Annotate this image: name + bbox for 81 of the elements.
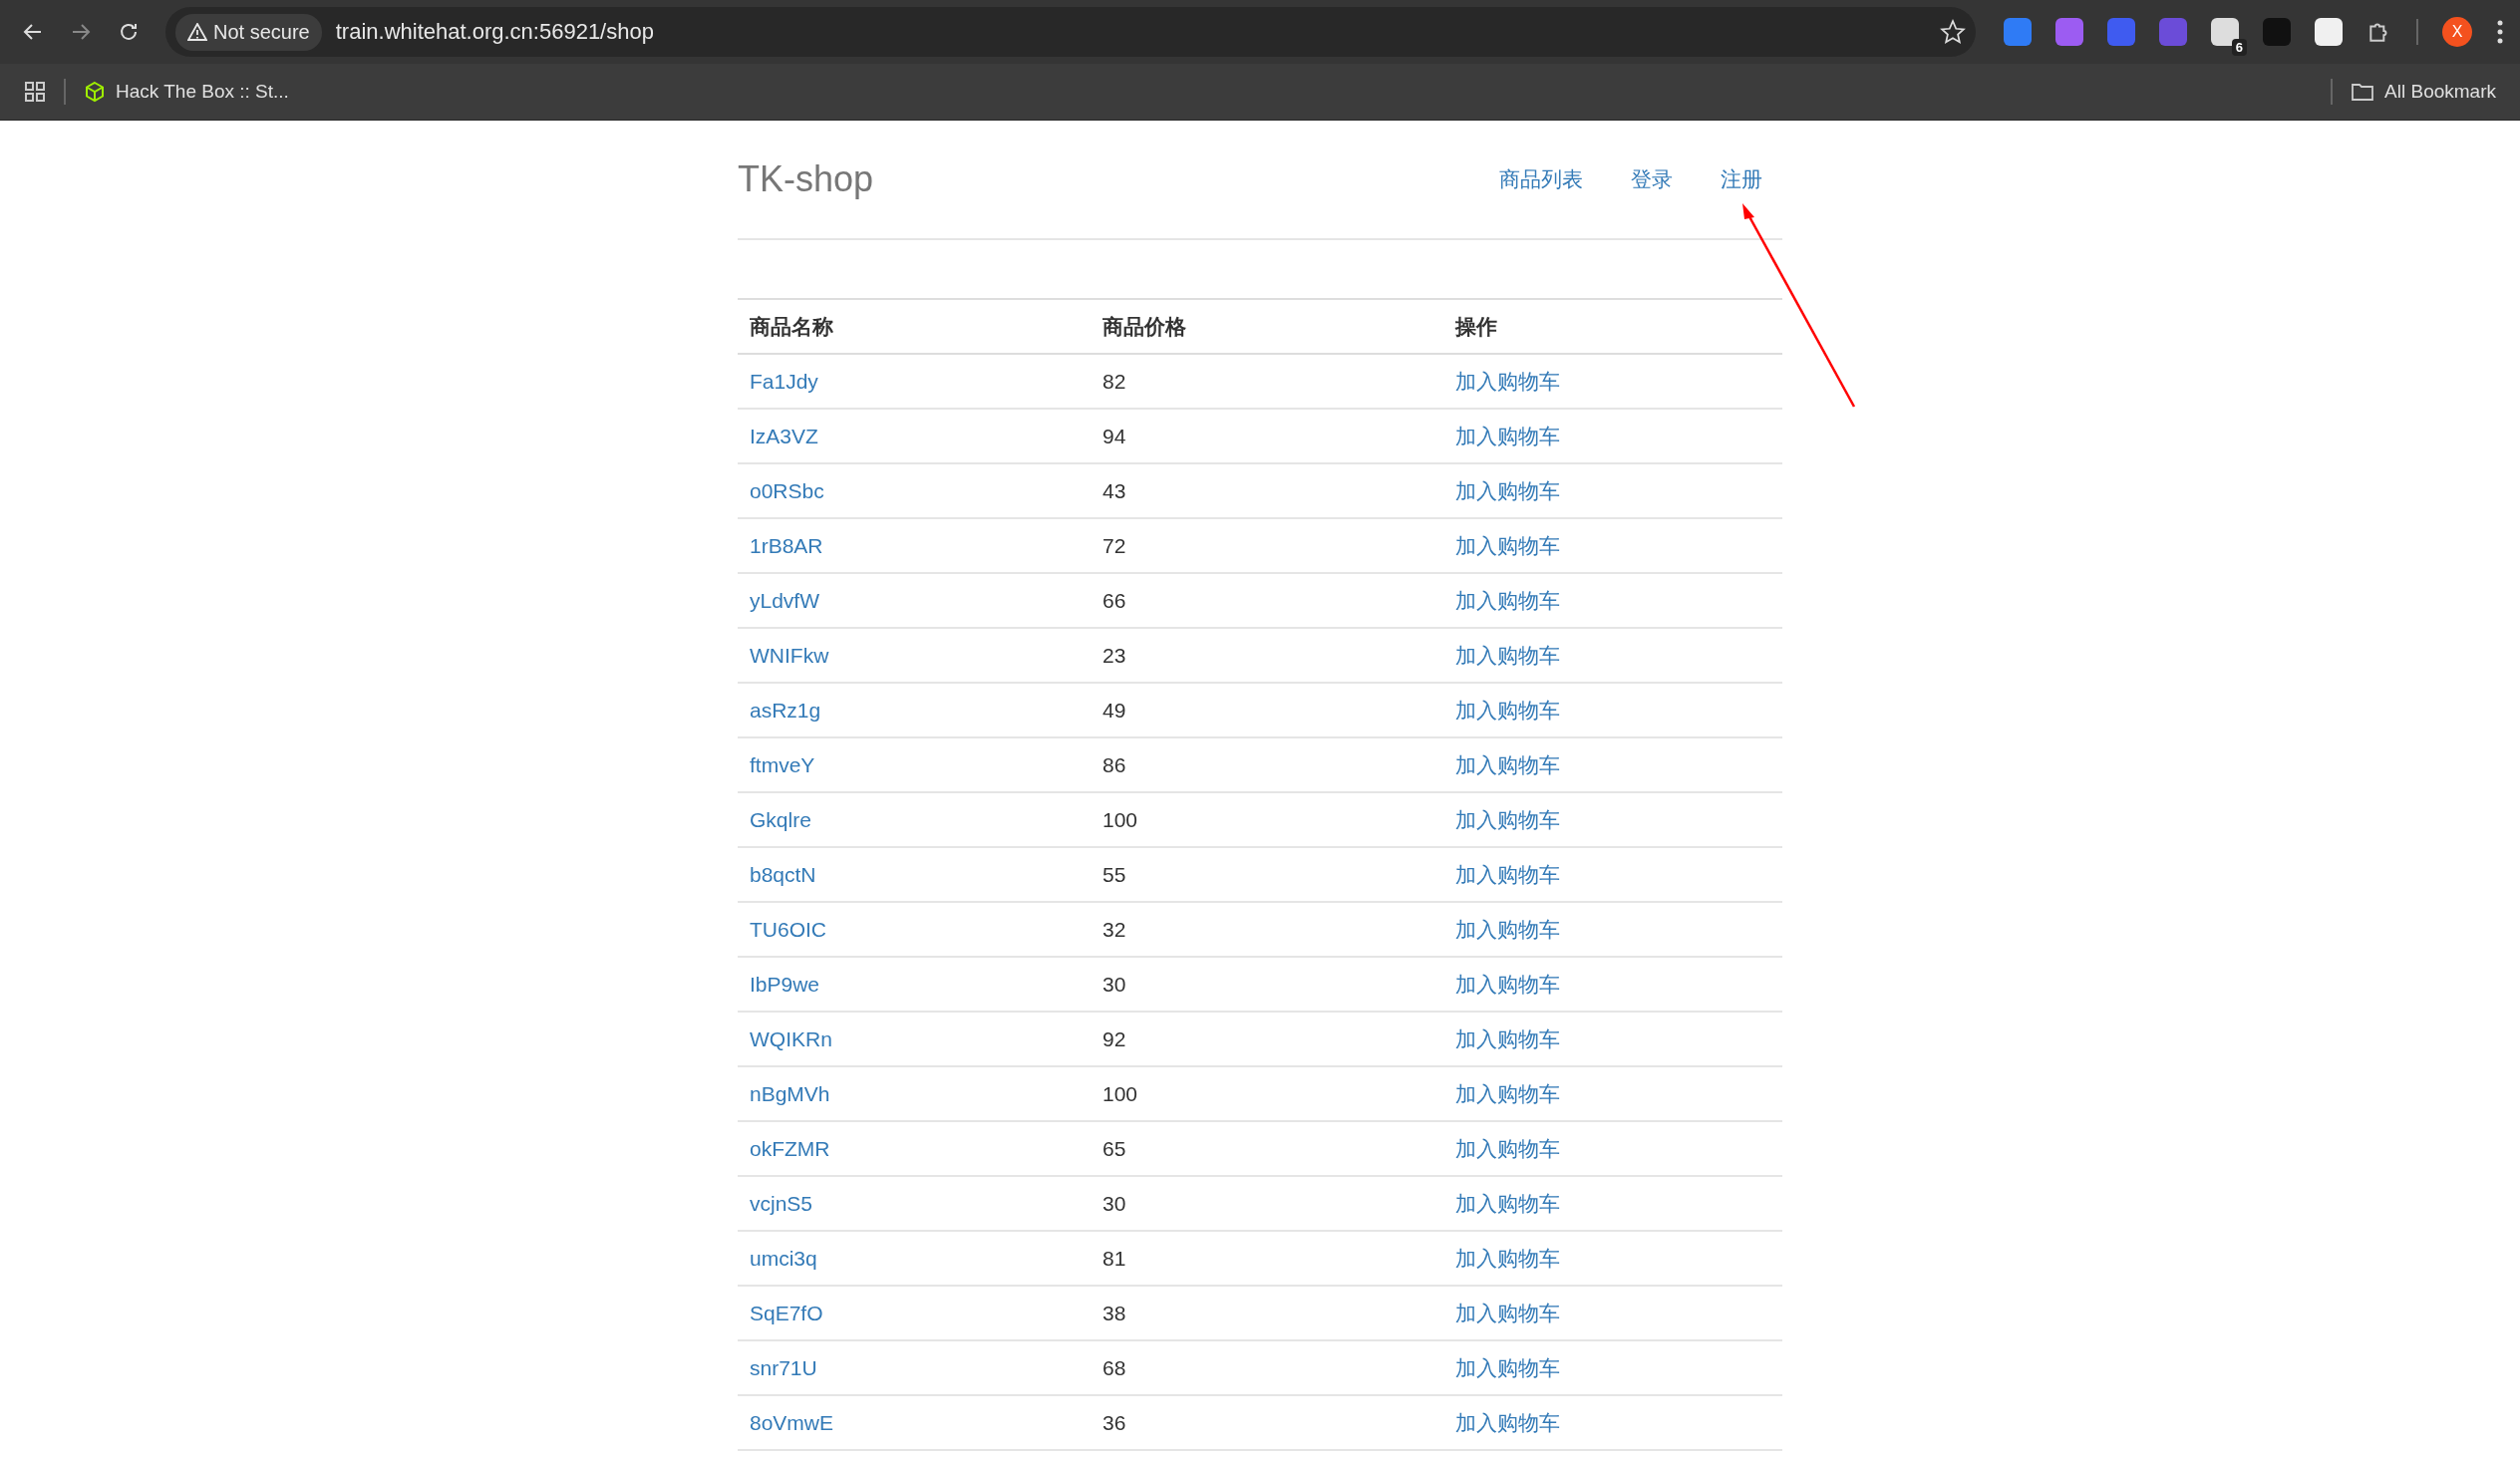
product-link[interactable]: WNIFkw	[750, 643, 829, 667]
price-cell: 49	[1091, 683, 1443, 737]
profile-avatar[interactable]: X	[2442, 17, 2472, 47]
star-icon[interactable]	[1940, 19, 1966, 45]
extension-icon[interactable]	[2315, 18, 2343, 46]
extension-badge: 6	[2231, 39, 2247, 56]
add-to-cart-link[interactable]: 加入购物车	[1455, 1355, 1560, 1379]
product-link[interactable]: 8oVmwE	[750, 1410, 834, 1434]
price-cell: 43	[1091, 463, 1443, 518]
add-to-cart-link[interactable]: 加入购物车	[1455, 862, 1560, 886]
price-cell: 82	[1091, 354, 1443, 409]
add-to-cart-link[interactable]: 加入购物车	[1455, 698, 1560, 722]
product-link[interactable]: asRz1g	[750, 698, 821, 722]
add-to-cart-link[interactable]: 加入购物车	[1455, 1246, 1560, 1270]
product-link[interactable]: ftmveY	[750, 752, 815, 776]
product-link[interactable]: snr71U	[750, 1355, 817, 1379]
price-cell: 30	[1091, 957, 1443, 1012]
add-to-cart-link[interactable]: 加入购物车	[1455, 1136, 1560, 1160]
nav-link[interactable]: 注册	[1721, 165, 1762, 193]
bookmark-item[interactable]: Hack The Box :: St...	[84, 81, 289, 103]
price-cell: 23	[1091, 628, 1443, 683]
column-header: 商品价格	[1091, 299, 1443, 354]
price-cell: 100	[1091, 792, 1443, 847]
price-cell: 65	[1091, 1121, 1443, 1176]
nav-link[interactable]: 登录	[1631, 165, 1673, 193]
price-cell: 38	[1091, 1286, 1443, 1340]
add-to-cart-link[interactable]: 加入购物车	[1455, 807, 1560, 831]
product-link[interactable]: IbP9we	[750, 972, 820, 996]
price-cell: 86	[1091, 737, 1443, 792]
add-to-cart-link[interactable]: 加入购物车	[1455, 643, 1560, 667]
product-link[interactable]: yLdvfW	[750, 588, 819, 612]
address-bar[interactable]: Not secure train.whitehat.org.cn:56921/shop	[165, 7, 1976, 57]
price-cell: 94	[1091, 409, 1443, 463]
column-header: 操作	[1443, 299, 1782, 354]
product-link[interactable]: b8qctN	[750, 862, 816, 886]
product-link[interactable]: o0RSbc	[750, 478, 824, 502]
price-cell: 66	[1091, 573, 1443, 628]
add-to-cart-link[interactable]: 加入购物车	[1455, 1410, 1560, 1434]
add-to-cart-link[interactable]: 加入购物车	[1455, 424, 1560, 447]
add-to-cart-link[interactable]: 加入购物车	[1455, 917, 1560, 941]
product-link[interactable]: WQIKRn	[750, 1026, 832, 1050]
product-link[interactable]: Gkqlre	[750, 807, 811, 831]
product-link[interactable]: 1rB8AR	[750, 533, 823, 557]
price-cell: 81	[1091, 1231, 1443, 1286]
add-to-cart-link[interactable]: 加入购物车	[1455, 478, 1560, 502]
menu-icon[interactable]	[2496, 19, 2504, 45]
url-text: train.whitehat.org.cn:56921/shop	[335, 19, 655, 45]
add-to-cart-link[interactable]: 加入购物车	[1455, 1081, 1560, 1105]
product-link[interactable]: nBgMVh	[750, 1081, 830, 1105]
apps-grid-icon[interactable]	[24, 81, 46, 103]
price-cell: 55	[1091, 847, 1443, 902]
add-to-cart-link[interactable]: 加入购物车	[1455, 588, 1560, 612]
security-chip[interactable]: Not secure	[175, 13, 322, 51]
add-to-cart-link[interactable]: 加入购物车	[1455, 1301, 1560, 1324]
product-link[interactable]: Fa1Jdy	[750, 369, 818, 393]
column-header: 商品名称	[738, 299, 1091, 354]
product-link[interactable]: TU6OIC	[750, 917, 826, 941]
price-cell: 32	[1091, 902, 1443, 957]
product-link[interactable]: vcjnS5	[750, 1191, 813, 1215]
add-to-cart-link[interactable]: 加入购物车	[1455, 1026, 1560, 1050]
add-to-cart-link[interactable]: 加入购物车	[1455, 533, 1560, 557]
product-link[interactable]: okFZMR	[750, 1136, 830, 1160]
price-cell: 30	[1091, 1176, 1443, 1231]
all-bookmarks-folder[interactable]: All Bookmark	[2351, 81, 2496, 103]
cube-icon	[84, 81, 106, 103]
add-to-cart-link[interactable]: 加入购物车	[1455, 1191, 1560, 1215]
add-to-cart-link[interactable]: 加入购物车	[1455, 752, 1560, 776]
folder-icon	[2351, 82, 2375, 102]
price-cell: 36	[1091, 1395, 1443, 1450]
site-title: TK-shop	[738, 158, 874, 200]
price-cell: 100	[1091, 1066, 1443, 1121]
price-cell: 68	[1091, 1340, 1443, 1395]
product-link[interactable]: umci3q	[750, 1246, 817, 1270]
warning-icon	[187, 23, 207, 41]
add-to-cart-link[interactable]: 加入购物车	[1455, 972, 1560, 996]
product-link[interactable]: IzA3VZ	[750, 424, 818, 447]
price-cell: 92	[1091, 1012, 1443, 1066]
nav-link[interactable]: 商品列表	[1499, 165, 1583, 193]
price-cell: 72	[1091, 518, 1443, 573]
add-to-cart-link[interactable]: 加入购物车	[1455, 369, 1560, 393]
product-link[interactable]: SqE7fO	[750, 1301, 823, 1324]
